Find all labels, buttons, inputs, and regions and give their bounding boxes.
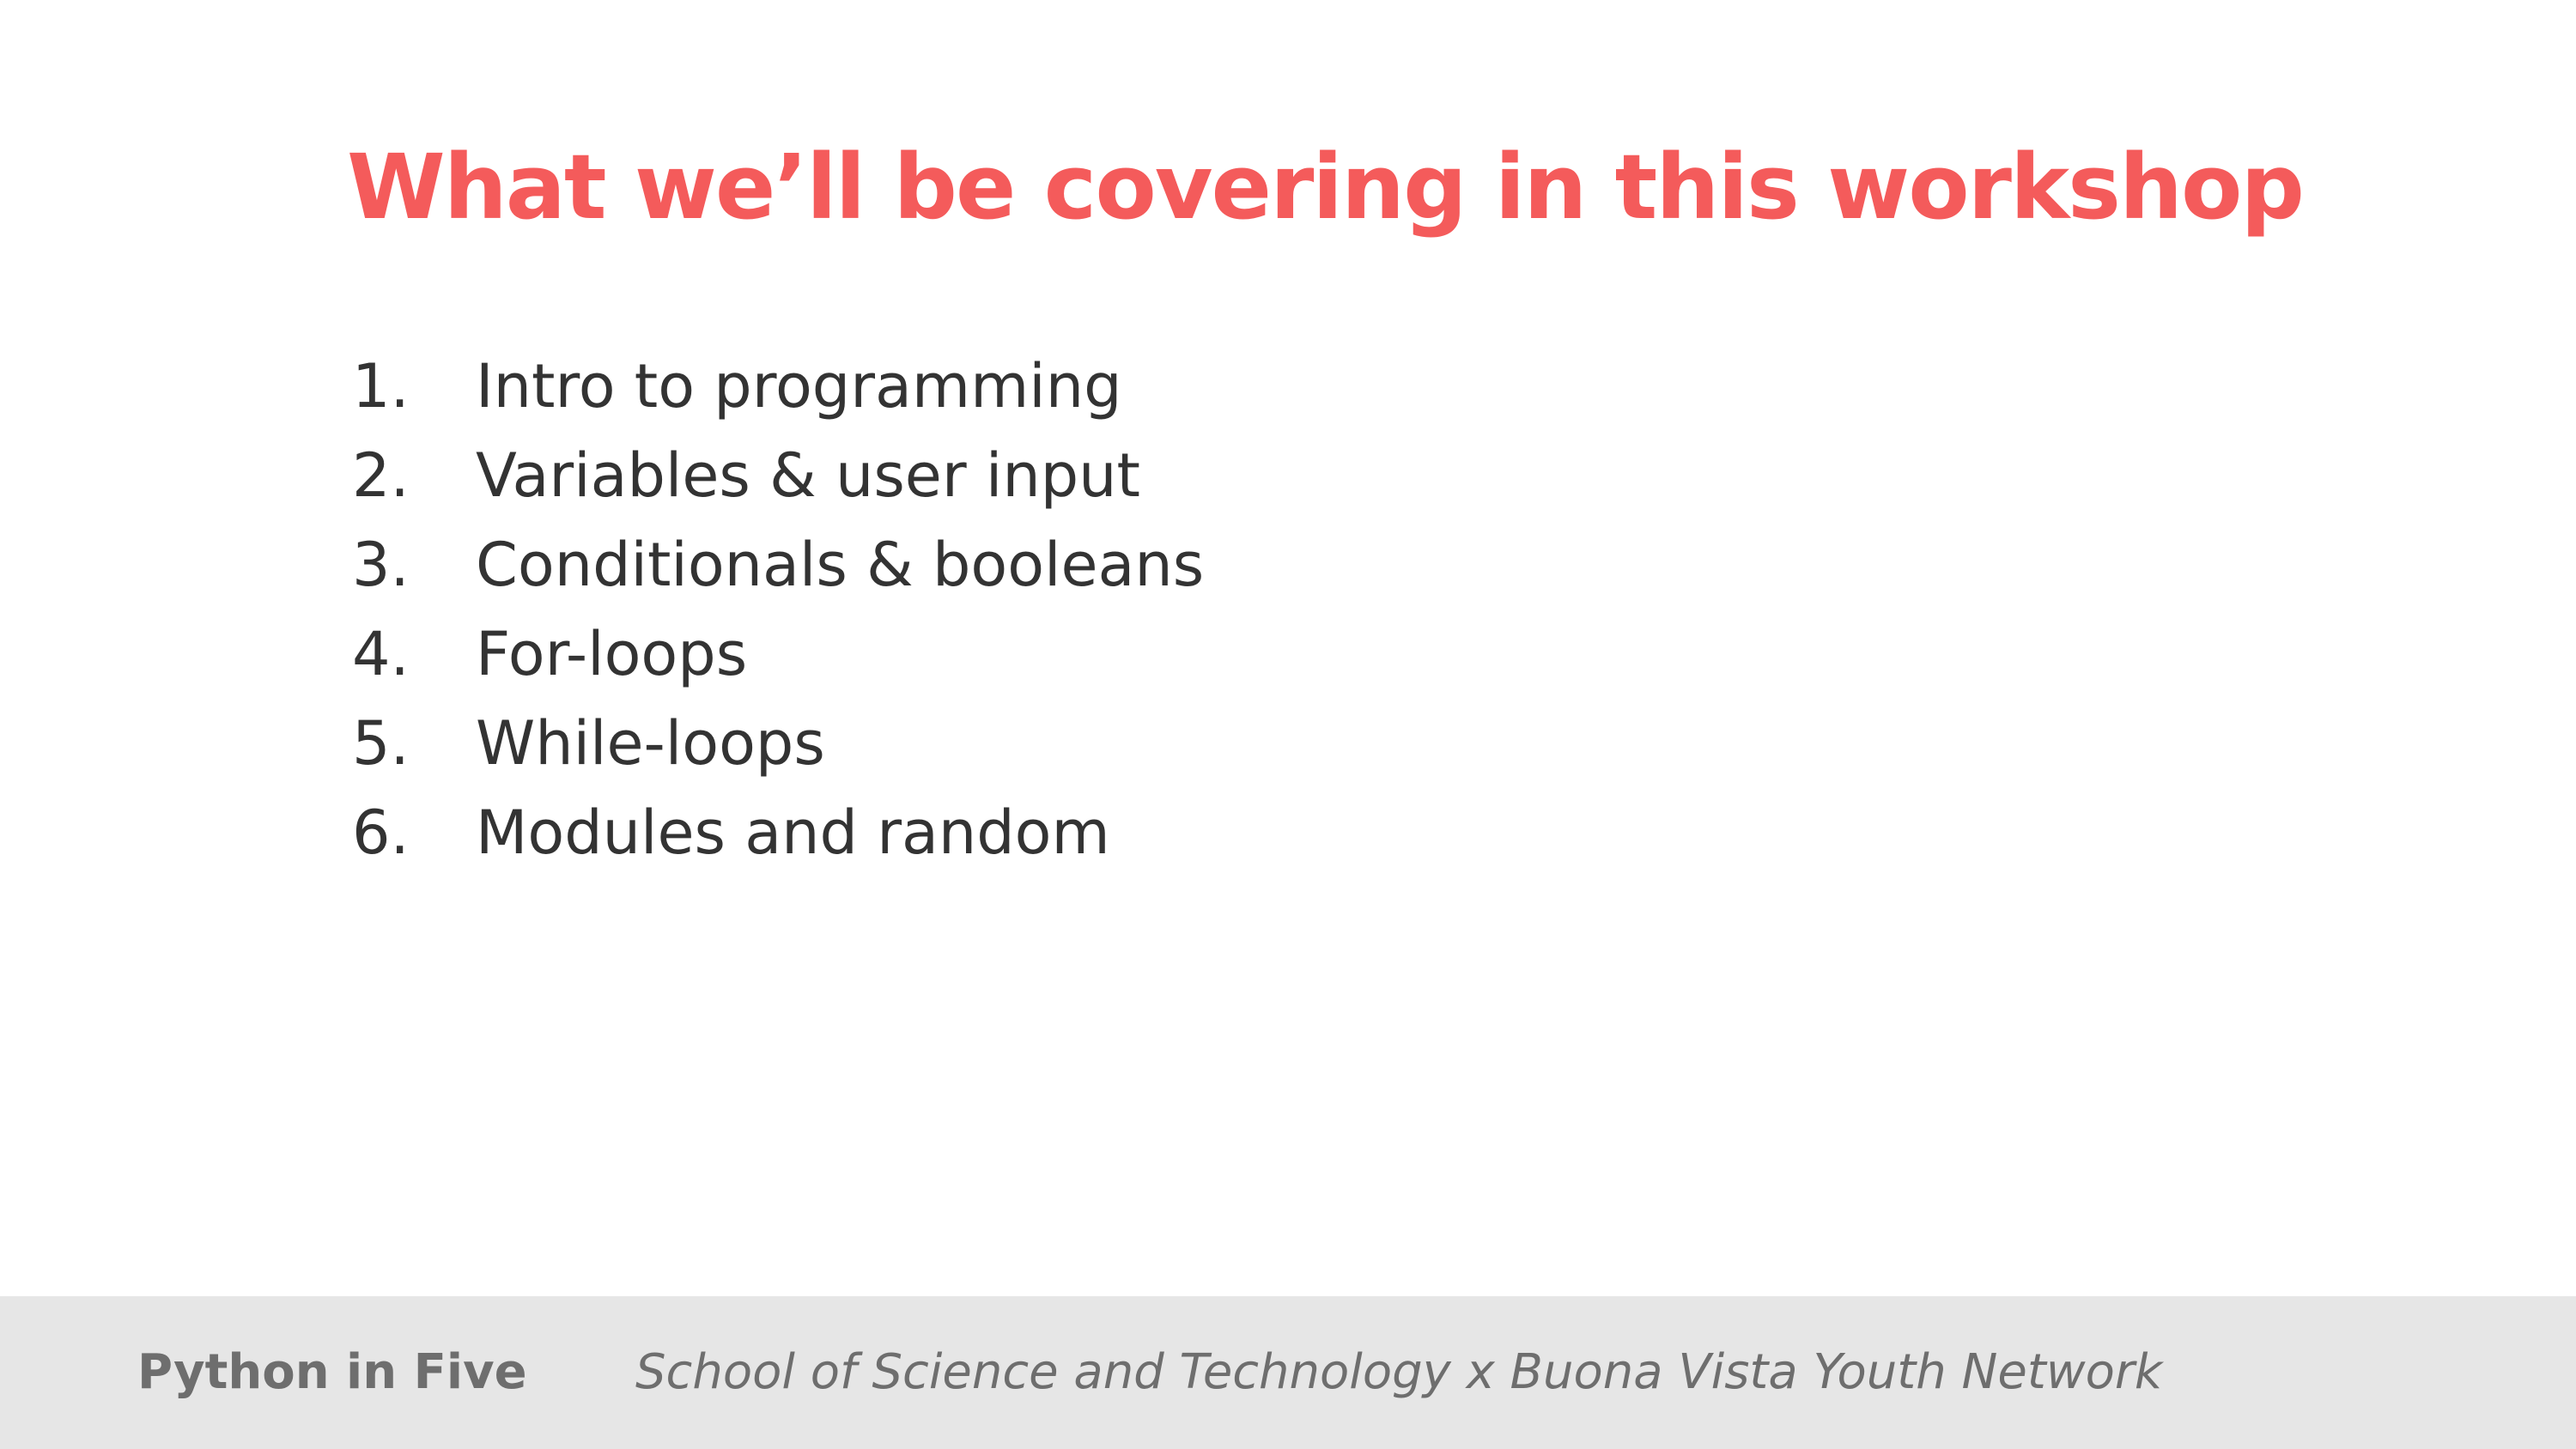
list-item: 1. Intro to programming [352, 342, 1204, 431]
list-item-label: Variables & user input [476, 440, 1140, 511]
list-item: 4. For-loops [352, 609, 1204, 699]
list-item: 5. While-loops [352, 699, 1204, 788]
footer-credit: School of Science and Technology x Buona… [635, 1344, 2163, 1400]
list-item-number: 3. [352, 530, 410, 600]
footer-bar: Python in Five School of Science and Tec… [0, 1296, 2576, 1449]
footer-brand: Python in Five [137, 1344, 527, 1400]
list-item: 6. Modules and random [352, 788, 1204, 877]
list-item-label: Conditionals & booleans [476, 530, 1205, 600]
list-item-number: 5. [352, 708, 410, 779]
list-item-label: Intro to programming [476, 351, 1122, 421]
list-item-label: For-loops [476, 619, 748, 689]
list-item-number: 4. [352, 619, 410, 689]
list-item: 3. Conditionals & booleans [352, 520, 1204, 609]
list-item-number: 1. [352, 351, 410, 421]
slide: What we’ll be covering in this workshop … [0, 0, 2576, 1449]
agenda-list: 1. Intro to programming 2. Variables & u… [352, 342, 1204, 877]
list-item-label: Modules and random [476, 797, 1110, 868]
list-item: 2. Variables & user input [352, 431, 1204, 520]
list-item-number: 6. [352, 797, 410, 868]
list-item-number: 2. [352, 440, 410, 511]
list-item-label: While-loops [476, 708, 825, 779]
slide-title: What we’ll be covering in this workshop [347, 135, 2305, 239]
